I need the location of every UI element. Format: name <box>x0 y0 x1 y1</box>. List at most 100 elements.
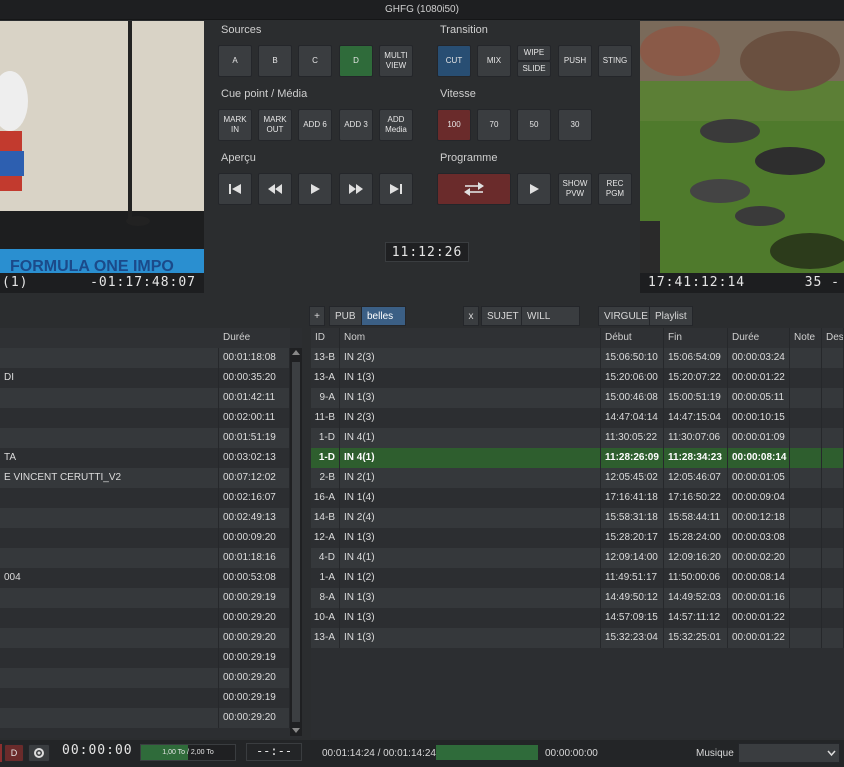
table-row[interactable]: 1-A IN 1(2) 11:49:51:17 11:50:00:06 00:00:08… <box>311 568 844 588</box>
list-item-duration: 00:00:53:08 <box>219 568 290 588</box>
sting-button[interactable]: STING <box>598 45 632 77</box>
speed-30-button[interactable]: 30 <box>558 109 592 141</box>
list-item[interactable]: 00:01:51:19 <box>0 428 290 448</box>
source-b-button[interactable]: B <box>258 45 292 77</box>
table-row[interactable]: 1-D IN 4(1) 11:30:05:22 11:30:07:06 00:00:01… <box>311 428 844 448</box>
tab-virgule[interactable]: VIRGULE <box>598 306 654 326</box>
list-item[interactable]: E VINCENT CERUTTI_V2 00:07:12:02 <box>0 468 290 488</box>
program-play-button[interactable] <box>517 173 551 205</box>
left-scrollbar[interactable] <box>290 348 302 736</box>
source-d-button[interactable]: D <box>339 45 373 77</box>
header-note[interactable]: Note <box>790 328 822 348</box>
play-button[interactable] <box>298 173 332 205</box>
list-item[interactable]: 00:00:29:20 <box>0 628 290 648</box>
mix-button[interactable]: MIX <box>477 45 511 77</box>
table-row[interactable]: 11-B IN 2(3) 14:47:04:14 14:47:15:04 00:00:1… <box>311 408 844 428</box>
tab-will-stevens[interactable]: WILL STEVENS <box>521 306 580 342</box>
multiview-button[interactable]: MULTI VIEW <box>379 45 413 77</box>
speed-70-button[interactable]: 70 <box>477 109 511 141</box>
table-row[interactable]: 2-B IN 2(1) 12:05:45:02 12:05:46:07 00:00:01… <box>311 468 844 488</box>
close-tab-button[interactable]: x <box>463 306 479 326</box>
push-button[interactable]: PUSH <box>558 45 592 77</box>
cell-debut: 15:06:50:10 <box>601 348 664 368</box>
table-row[interactable]: 13-A IN 1(3) 15:32:23:04 15:32:25:01 00:00:0… <box>311 628 844 648</box>
list-item-name <box>0 688 219 708</box>
source-a-button[interactable]: A <box>218 45 252 77</box>
list-item[interactable]: DI 00:00:35:20 <box>0 368 290 388</box>
playlist-total-time: 00:01:14:24 / 00:01:14:24 <box>322 748 436 759</box>
add-tab-button[interactable]: + <box>309 306 325 326</box>
fast-forward-button[interactable] <box>339 173 373 205</box>
rec-pgm-button[interactable]: REC PGM <box>598 173 632 205</box>
add-3-button[interactable]: ADD 3 <box>339 109 373 141</box>
take-button[interactable] <box>437 173 511 205</box>
cut-button[interactable]: CUT <box>437 45 471 77</box>
list-item[interactable]: 004 00:00:53:08 <box>0 568 290 588</box>
skip-end-button[interactable] <box>379 173 413 205</box>
table-row[interactable]: 12-A IN 1(3) 15:28:20:17 15:28:24:00 00:00:0… <box>311 528 844 548</box>
list-item[interactable]: 00:01:18:16 <box>0 548 290 568</box>
list-item[interactable]: 00:00:09:20 <box>0 528 290 548</box>
list-item[interactable]: 00:00:29:20 <box>0 708 290 728</box>
program-ctrl-label: Programme <box>440 152 498 164</box>
list-item[interactable]: 00:02:16:07 <box>0 488 290 508</box>
table-row[interactable]: 8-A IN 1(3) 14:49:50:12 14:49:52:03 00:00:01… <box>311 588 844 608</box>
table-row[interactable]: 14-B IN 2(4) 15:58:31:18 15:58:44:11 00:00:1… <box>311 508 844 528</box>
scroll-up-icon[interactable] <box>292 350 300 355</box>
list-item[interactable]: 00:01:42:11 <box>0 388 290 408</box>
speed-50-button[interactable]: 50 <box>517 109 551 141</box>
cell-duree: 00:00:10:15 <box>728 408 790 428</box>
cell-debut: 14:57:09:15 <box>601 608 664 628</box>
settings-button[interactable] <box>28 744 50 762</box>
wipe-button[interactable]: WIPE <box>517 45 551 61</box>
skip-start-button[interactable] <box>218 173 252 205</box>
list-item[interactable]: 00:00:29:19 <box>0 648 290 668</box>
slide-button[interactable]: SLIDE <box>517 61 551 77</box>
table-row[interactable]: 9-A IN 1(3) 15:00:46:08 15:00:51:19 00:00:05… <box>311 388 844 408</box>
show-pvw-button[interactable]: SHOW PVW <box>558 173 592 205</box>
list-item[interactable]: 00:00:29:20 <box>0 608 290 628</box>
cell-nom: IN 1(3) <box>340 588 601 608</box>
header-debut[interactable]: Début <box>601 328 664 348</box>
d-button[interactable]: D <box>4 744 24 762</box>
list-item[interactable]: TA 00:03:02:13 <box>0 448 290 468</box>
header-desc[interactable]: Desc <box>822 328 844 348</box>
tab-belles-images-pesage[interactable]: belles images pesage <box>361 306 406 362</box>
source-c-button[interactable]: C <box>298 45 332 77</box>
speed-100-button[interactable]: 100 <box>437 109 471 141</box>
header-id[interactable]: ID <box>311 328 340 348</box>
list-item[interactable]: 00:00:29:19 <box>0 688 290 708</box>
header-nom[interactable]: Nom <box>340 328 601 348</box>
cell-desc <box>822 348 844 368</box>
music-select[interactable] <box>738 743 840 763</box>
add-6-button[interactable]: ADD 6 <box>298 109 332 141</box>
mark-in-button[interactable]: MARK IN <box>218 109 252 141</box>
header-duree[interactable]: Durée <box>728 328 790 348</box>
tab-sujet[interactable]: SUJET <box>481 306 525 326</box>
table-row[interactable]: 16-A IN 1(4) 17:16:41:18 17:16:50:22 00:00:0… <box>311 488 844 508</box>
list-item[interactable]: 00:00:29:20 <box>0 668 290 688</box>
cell-desc <box>822 628 844 648</box>
tab-pub[interactable]: PUB <box>329 306 362 326</box>
table-row[interactable]: 10-A IN 1(3) 14:57:09:15 14:57:11:12 00:00:0… <box>311 608 844 628</box>
list-item[interactable]: 00:01:18:08 <box>0 348 290 368</box>
table-row[interactable]: 1-D IN 4(1) 11:28:26:09 11:28:34:23 00:00:08… <box>311 448 844 468</box>
cell-duree: 00:00:01:22 <box>728 628 790 648</box>
cell-desc <box>822 388 844 408</box>
list-item-name <box>0 548 219 568</box>
list-item[interactable]: 00:00:29:19 <box>0 588 290 608</box>
left-scrollbar-thumb[interactable] <box>292 362 300 722</box>
list-item[interactable]: 00:02:00:11 <box>0 408 290 428</box>
tab-playlist-6[interactable]: Playlist 6 <box>649 306 693 342</box>
rewind-button[interactable] <box>258 173 292 205</box>
list-item[interactable]: 00:02:49:13 <box>0 508 290 528</box>
table-row[interactable]: 13-A IN 1(3) 15:20:06:00 15:20:07:22 00:00:0… <box>311 368 844 388</box>
table-row[interactable]: 13-B IN 2(3) 15:06:50:10 15:06:54:09 00:00:0… <box>311 348 844 368</box>
playlist-rows: 13-B IN 2(3) 15:06:50:10 15:06:54:09 00:00:0… <box>311 348 844 648</box>
cell-desc <box>822 588 844 608</box>
table-row[interactable]: 4-D IN 4(1) 12:09:14:00 12:09:16:20 00:00:02… <box>311 548 844 568</box>
scroll-down-icon[interactable] <box>292 728 300 733</box>
header-fin[interactable]: Fin <box>664 328 728 348</box>
add-media-button[interactable]: ADD Media <box>379 109 413 141</box>
mark-out-button[interactable]: MARK OUT <box>258 109 292 141</box>
